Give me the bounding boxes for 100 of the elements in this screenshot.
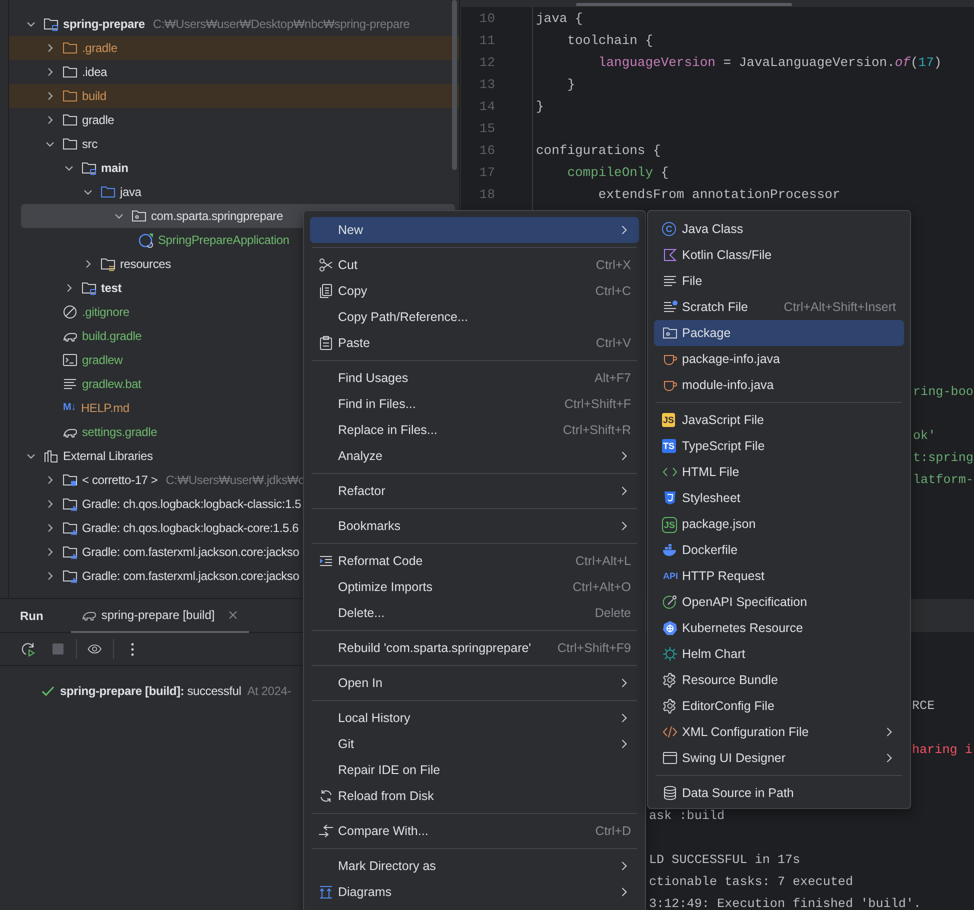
tree-item[interactable]: build xyxy=(9,84,459,108)
menu-item[interactable]: Resource Bundle xyxy=(654,667,904,693)
tree-item[interactable]: gradle xyxy=(9,108,459,132)
console-line: ctionable tasks: 7 executed xyxy=(649,875,854,889)
path-hint: C:₩Users₩user₩Desktop₩nbc₩spring-prepare xyxy=(152,17,410,31)
close-icon[interactable] xyxy=(226,608,239,620)
menu-item[interactable]: Data Source in Path xyxy=(654,780,904,806)
library-folder-icon xyxy=(62,520,78,536)
menu-item[interactable]: package-info.java xyxy=(654,346,904,372)
icon-label: JS xyxy=(662,413,676,427)
gear-icon xyxy=(662,698,678,714)
menu-item[interactable]: API HTTP Request xyxy=(654,563,904,589)
menu-item[interactable]: Helm Chart xyxy=(654,641,904,667)
tree-item[interactable]: .idea xyxy=(9,60,459,84)
menu-item[interactable]: XML Configuration File xyxy=(654,719,904,745)
module-folder-icon xyxy=(81,160,97,176)
menu-item[interactable]: Analyze xyxy=(310,443,639,469)
menu-item[interactable]: Copy Path/Reference... xyxy=(310,304,639,330)
shortcut-label: Delete xyxy=(594,606,631,620)
menu-item[interactable]: C Java Class xyxy=(654,216,904,242)
menu-item[interactable]: Copy Ctrl+C xyxy=(310,278,639,304)
menu-item[interactable]: Kubernetes Resource xyxy=(654,615,904,641)
module-folder-icon xyxy=(43,16,59,32)
menu-item[interactable]: Local History xyxy=(310,705,639,731)
console-line: 3:12:49: Execution finished 'build'. xyxy=(649,897,922,910)
whale-icon xyxy=(662,542,678,558)
database-icon xyxy=(662,785,678,801)
tree-item[interactable]: main xyxy=(9,156,459,180)
menu-item[interactable]: EditorConfig File xyxy=(654,693,904,719)
shortcut-label: Ctrl+D xyxy=(595,824,631,838)
menu-item[interactable]: Diagrams xyxy=(310,879,639,905)
copy-icon xyxy=(318,283,334,299)
code-line: java { xyxy=(535,10,584,26)
icon-label: C xyxy=(662,222,676,236)
shortcut-label: Ctrl+Shift+F xyxy=(564,397,631,411)
scrollbar-thumb[interactable] xyxy=(452,0,457,170)
menu-item[interactable]: Compare With... Ctrl+D xyxy=(310,818,639,844)
icon-label: API xyxy=(662,570,680,583)
menu-item[interactable]: Find in Files... Ctrl+Shift+F xyxy=(310,391,639,417)
menu-item[interactable]: Open In xyxy=(310,670,639,696)
menu-item[interactable]: Cut Ctrl+X xyxy=(310,252,639,278)
menu-item[interactable]: Bookmarks xyxy=(310,513,639,539)
more-icon xyxy=(130,642,134,656)
indent-icon xyxy=(318,553,334,569)
menu-item[interactable]: Optimize Imports Ctrl+Alt+O xyxy=(310,574,639,600)
menu-item[interactable]: module-info.java xyxy=(654,372,904,398)
shortcut-label: Ctrl+Alt+L xyxy=(575,554,631,568)
menu-item[interactable]: Git xyxy=(310,731,639,757)
folder-icon xyxy=(62,88,78,104)
menu-item[interactable]: JS JavaScript File xyxy=(654,407,904,433)
tree-item[interactable]: src xyxy=(9,132,459,156)
menu-item[interactable]: Delete... Delete xyxy=(310,600,639,626)
menu-item[interactable]: New xyxy=(310,217,639,243)
tree-item[interactable]: spring-prepare C:₩Users₩user₩Desktop₩nbc₩spring-prepare xyxy=(9,12,459,36)
scrollbar-thumb[interactable] xyxy=(576,3,792,6)
menu-item[interactable]: Package xyxy=(654,320,904,346)
scissors-icon xyxy=(318,257,334,273)
line-number: 12 xyxy=(478,54,495,70)
menu-item[interactable]: HTML File xyxy=(654,459,904,485)
run-tab[interactable]: spring-prepare [build] xyxy=(71,598,249,632)
menu-item[interactable]: Repair IDE on File xyxy=(310,757,639,783)
menu-item[interactable]: Stylesheet xyxy=(654,485,904,511)
compare-arrows-icon xyxy=(318,823,334,839)
menu-item[interactable]: JS package.json xyxy=(654,511,904,537)
menu-item[interactable]: Reformat Code Ctrl+Alt+L xyxy=(310,548,639,574)
menu-item[interactable]: Scratch File Ctrl+Alt+Shift+Insert xyxy=(654,294,904,320)
package-folder-icon xyxy=(662,325,678,341)
menu-item[interactable]: Rebuild 'com.sparta.springprepare' Ctrl+Shift+F9 xyxy=(310,635,639,661)
menu-item[interactable]: OpenAPI Specification xyxy=(654,589,904,615)
library-folder-icon xyxy=(62,568,78,584)
console-line: RCE xyxy=(912,699,935,713)
path-hint: C:₩Users₩user₩.jdks₩c xyxy=(166,473,304,487)
wheel-icon xyxy=(662,620,678,636)
shield-icon xyxy=(662,490,678,506)
menu-item[interactable]: File xyxy=(654,268,904,294)
tree-item[interactable]: java xyxy=(9,180,459,204)
line-number: 11 xyxy=(478,32,495,48)
menu-item[interactable]: Kotlin Class/File xyxy=(654,242,904,268)
line-number: 14 xyxy=(478,98,495,114)
menu-item[interactable]: Mark Directory as xyxy=(310,853,639,879)
menu-item[interactable]: Dockerfile xyxy=(654,537,904,563)
line-number: 10 xyxy=(478,10,495,26)
text-lines-icon xyxy=(62,376,78,392)
folder-icon xyxy=(62,136,78,152)
class-icon xyxy=(138,232,154,248)
build-result-item[interactable]: spring-prepare [build]: successful At 2024- xyxy=(0,679,304,703)
code-fragment: latform- xyxy=(913,473,974,487)
line-number: 16 xyxy=(478,142,495,158)
tree-item[interactable]: .gradle xyxy=(9,36,459,60)
menu-item[interactable]: Refactor xyxy=(310,478,639,504)
stop-icon xyxy=(50,641,66,657)
diagram-icon xyxy=(318,884,334,900)
menu-item[interactable]: TS TypeScript File xyxy=(654,433,904,459)
menu-item[interactable]: Replace in Files... Ctrl+Shift+R xyxy=(310,417,639,443)
console-line: ask :build xyxy=(649,809,725,823)
menu-item[interactable]: Swing UI Designer xyxy=(654,745,904,771)
menu-item[interactable]: Reload from Disk xyxy=(310,783,639,809)
shortcut-label: Ctrl+Shift+R xyxy=(562,423,631,437)
code-slash-icon xyxy=(662,724,678,740)
shortcut-label: Ctrl+Shift+F9 xyxy=(557,641,631,655)
